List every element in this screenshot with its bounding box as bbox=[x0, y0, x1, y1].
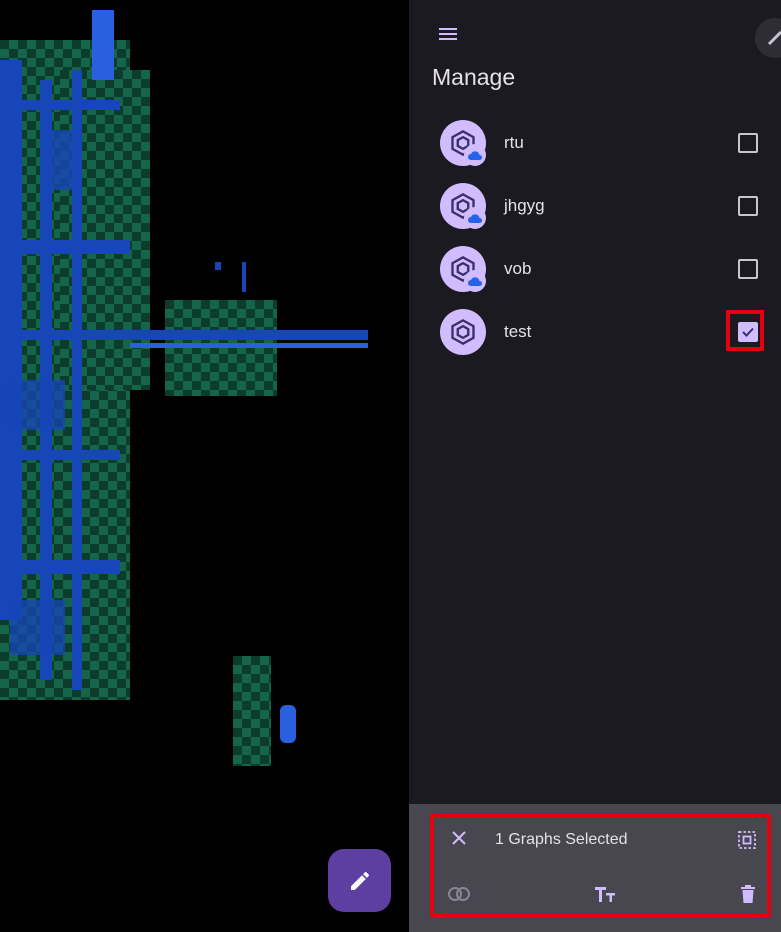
map-structure bbox=[242, 262, 246, 292]
cube-icon bbox=[451, 318, 475, 346]
map-structure bbox=[92, 10, 114, 80]
cloud-icon bbox=[468, 277, 482, 286]
map-structure bbox=[40, 130, 80, 190]
map-structure bbox=[5, 380, 65, 430]
map-structure bbox=[0, 60, 22, 620]
pencil-icon bbox=[350, 871, 369, 890]
graph-checkbox[interactable] bbox=[738, 133, 758, 153]
map-structure bbox=[215, 262, 221, 270]
map-structure bbox=[130, 343, 368, 348]
graph-name: rtu bbox=[504, 133, 524, 152]
graph-avatar bbox=[440, 183, 486, 229]
graph-avatar bbox=[440, 309, 486, 355]
manage-panel: Manage rtu jhgyg vob test 1 Graphs Selec… bbox=[409, 0, 781, 932]
menu-button[interactable] bbox=[436, 22, 460, 46]
graph-name: jhgyg bbox=[504, 196, 545, 215]
highlight-box bbox=[430, 814, 771, 917]
cloud-icon bbox=[468, 151, 482, 160]
map-region bbox=[233, 656, 271, 766]
highlight-box bbox=[726, 310, 764, 351]
map-view[interactable] bbox=[0, 0, 409, 932]
graph-checkbox[interactable] bbox=[738, 259, 758, 279]
map-structure bbox=[0, 560, 120, 574]
cloud-badge bbox=[464, 207, 486, 229]
cloud-badge bbox=[464, 270, 486, 292]
map-structure bbox=[0, 450, 120, 460]
map-region bbox=[165, 300, 277, 396]
cloud-badge bbox=[464, 144, 486, 166]
graph-list-item[interactable]: jhgyg bbox=[409, 176, 781, 236]
graph-avatar bbox=[440, 120, 486, 166]
map-structure bbox=[0, 240, 130, 254]
edit-button[interactable] bbox=[328, 849, 391, 912]
map-structure bbox=[280, 705, 296, 743]
pencil-icon bbox=[767, 30, 781, 46]
graph-name: vob bbox=[504, 259, 532, 278]
menu-icon bbox=[439, 28, 457, 40]
graph-checkbox[interactable] bbox=[738, 196, 758, 216]
page-title: Manage bbox=[432, 64, 516, 90]
cloud-icon bbox=[468, 214, 482, 223]
map-structure bbox=[0, 330, 368, 340]
graph-name: test bbox=[504, 322, 532, 341]
edit-corner-button[interactable] bbox=[755, 18, 781, 58]
map-structure bbox=[10, 600, 65, 655]
graph-list-item[interactable]: rtu bbox=[409, 113, 781, 173]
map-structure bbox=[0, 100, 120, 110]
graph-list-item[interactable]: vob bbox=[409, 239, 781, 299]
graph-avatar bbox=[440, 246, 486, 292]
